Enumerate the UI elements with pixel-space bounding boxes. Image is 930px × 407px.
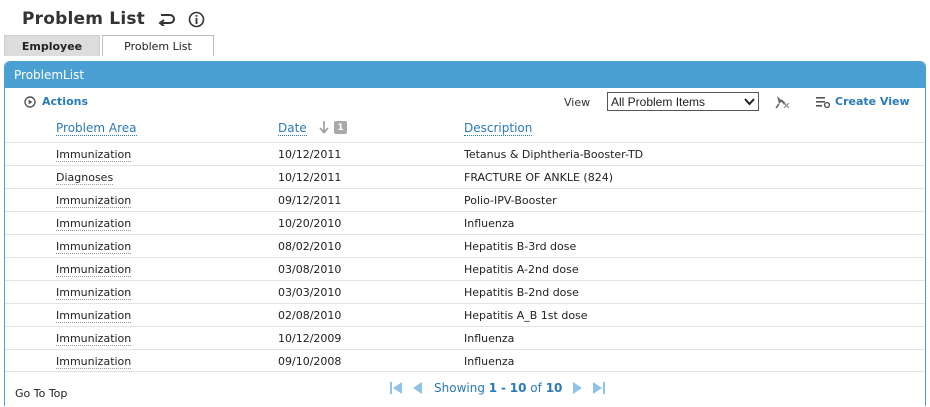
of-label: of [530, 381, 542, 395]
table-row[interactable]: Immunization 09/10/2008 Influenza [5, 349, 925, 372]
cell-date: 09/12/2011 [278, 194, 342, 207]
table-row[interactable]: Immunization 10/12/2011 Tetanus & Diphth… [5, 142, 925, 165]
range-end: 10 [509, 381, 527, 395]
toolbar: Actions View All Problem Items Create Vi… [5, 89, 925, 117]
view-label: View [564, 96, 591, 109]
actions-button[interactable]: Actions [24, 95, 88, 108]
create-view-label: Create View [835, 95, 910, 108]
cell-date: 03/08/2010 [278, 263, 342, 276]
pagination: Showing 1 - 10 of 10 [388, 380, 607, 396]
cell-description: Hepatitis B-3rd dose [464, 240, 577, 253]
cell-description: FRACTURE OF ANKLE (824) [464, 171, 613, 184]
cell-description: Influenza [464, 332, 515, 345]
table-row[interactable]: Immunization 08/02/2010 Hepatitis B-3rd … [5, 234, 925, 257]
create-view-button[interactable]: Create View [816, 95, 910, 108]
cell-problem-area[interactable]: Immunization [56, 355, 132, 369]
title-row: Problem List [22, 6, 205, 32]
info-icon[interactable] [187, 10, 205, 28]
cell-date: 10/20/2010 [278, 217, 342, 230]
panel-header: ProblemList [5, 62, 925, 88]
table-row[interactable]: Immunization 03/08/2010 Hepatitis A-2nd … [5, 257, 925, 280]
last-page-icon[interactable] [591, 380, 607, 396]
cell-problem-area[interactable]: Immunization [56, 286, 132, 300]
previous-page-icon[interactable] [410, 380, 424, 396]
table-row[interactable]: Diagnoses 10/12/2011 FRACTURE OF ANKLE (… [5, 165, 925, 188]
cell-description: Hepatitis A-2nd dose [464, 263, 579, 276]
pin-view-icon[interactable] [773, 94, 791, 110]
cell-problem-area[interactable]: Diagnoses [56, 171, 114, 185]
table-body: Immunization 10/12/2011 Tetanus & Diphth… [5, 142, 925, 372]
cell-date: 08/02/2010 [278, 240, 342, 253]
range-start: 1 [488, 381, 498, 395]
sort-down-icon[interactable] [318, 120, 330, 134]
chevron-down-icon [744, 98, 755, 106]
page-title: Problem List [22, 9, 145, 29]
column-header-date[interactable]: Date [278, 121, 307, 136]
cell-description: Polio-IPV-Booster [464, 194, 557, 207]
tab-employee[interactable]: Employee [4, 35, 100, 56]
cell-problem-area[interactable]: Immunization [56, 217, 132, 231]
tab-bar: Employee Problem List [4, 35, 214, 56]
view-select-value: All Problem Items [611, 94, 706, 109]
cell-description: Hepatitis A_B 1st dose [464, 309, 588, 322]
cell-description: Tetanus & Diphtheria-Booster-TD [464, 148, 644, 161]
cell-description: Hepatitis B-2nd dose [464, 286, 579, 299]
next-page-icon[interactable] [571, 380, 585, 396]
range-separator: - [500, 381, 506, 395]
cell-date: 02/08/2010 [278, 309, 342, 322]
cell-description: Influenza [464, 217, 515, 230]
column-header-description[interactable]: Description [464, 121, 533, 136]
cell-date: 09/10/2008 [278, 355, 342, 368]
table-footer: Go To Top Showing 1 - 10 of 10 [5, 371, 925, 407]
table-row[interactable]: Immunization 09/12/2011 Polio-IPV-Booste… [5, 188, 925, 211]
cell-date: 10/12/2011 [278, 148, 342, 161]
page-status: Showing 1 - 10 of 10 [434, 381, 562, 395]
cell-date: 03/03/2010 [278, 286, 342, 299]
table-row[interactable]: Immunization 03/03/2010 Hepatitis B-2nd … [5, 280, 925, 303]
list-settings-icon [816, 96, 830, 108]
total-count: 10 [545, 381, 563, 395]
cell-problem-area[interactable]: Immunization [56, 240, 132, 254]
return-icon[interactable] [157, 10, 175, 28]
table-row[interactable]: Immunization 10/20/2010 Influenza [5, 211, 925, 234]
table-row[interactable]: Immunization 10/12/2009 Influenza [5, 326, 925, 349]
cell-problem-area[interactable]: Immunization [56, 148, 132, 162]
first-page-icon[interactable] [388, 380, 404, 396]
cell-problem-area[interactable]: Immunization [56, 263, 132, 277]
sort-priority-badge: 1 [334, 121, 347, 134]
view-select[interactable]: All Problem Items [607, 92, 759, 111]
problem-list-panel: ProblemList Actions View All Problem Ite… [4, 61, 926, 406]
cell-problem-area[interactable]: Immunization [56, 194, 132, 208]
tab-problem-list[interactable]: Problem List [102, 35, 214, 56]
cell-description: Influenza [464, 355, 515, 368]
cell-problem-area[interactable]: Immunization [56, 332, 132, 346]
cell-date: 10/12/2011 [278, 171, 342, 184]
column-header-problem-area[interactable]: Problem Area [56, 121, 137, 136]
table-header: Problem Area Date 1 Description [5, 117, 925, 141]
cell-problem-area[interactable]: Immunization [56, 309, 132, 323]
table-row[interactable]: Immunization 02/08/2010 Hepatitis A_B 1s… [5, 303, 925, 326]
go-to-top-link[interactable]: Go To Top [15, 387, 67, 400]
panel-title: ProblemList [14, 68, 85, 82]
play-circle-icon [24, 95, 36, 108]
showing-label: Showing [434, 381, 485, 395]
actions-label: Actions [42, 95, 88, 108]
cell-date: 10/12/2009 [278, 332, 342, 345]
